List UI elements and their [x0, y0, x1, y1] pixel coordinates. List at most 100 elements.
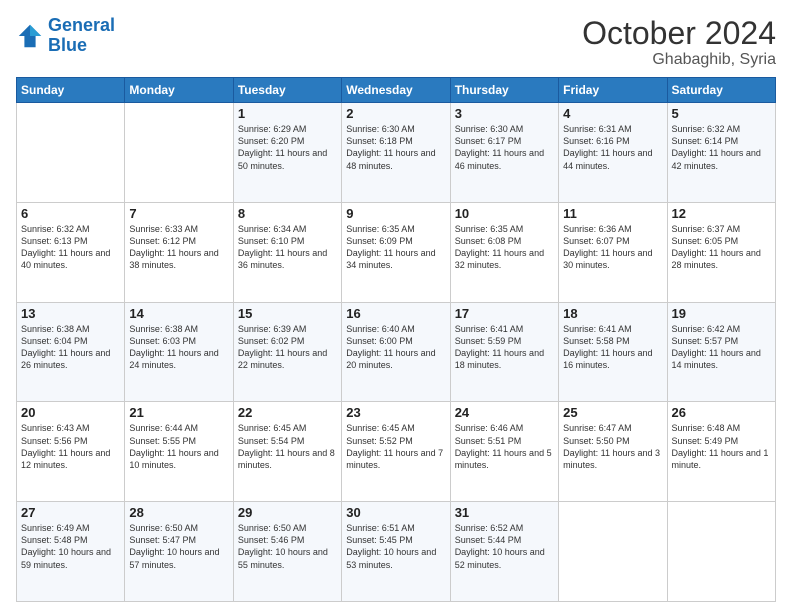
day-number: 25 [563, 405, 662, 420]
calendar-cell: 21 Sunrise: 6:44 AMSunset: 5:55 PMDayligh… [125, 402, 233, 502]
day-number: 24 [455, 405, 554, 420]
calendar-header-row: SundayMondayTuesdayWednesdayThursdayFrid… [17, 78, 776, 103]
calendar-week-row: 27 Sunrise: 6:49 AMSunset: 5:48 PMDayligh… [17, 502, 776, 602]
day-number: 21 [129, 405, 228, 420]
calendar-cell: 17 Sunrise: 6:41 AMSunset: 5:59 PMDayligh… [450, 302, 558, 402]
cell-info: Sunrise: 6:42 AMSunset: 5:57 PMDaylight:… [672, 323, 771, 372]
day-number: 9 [346, 206, 445, 221]
calendar-week-row: 13 Sunrise: 6:38 AMSunset: 6:04 PMDayligh… [17, 302, 776, 402]
day-number: 20 [21, 405, 120, 420]
cell-info: Sunrise: 6:34 AMSunset: 6:10 PMDaylight:… [238, 223, 337, 272]
cell-info: Sunrise: 6:50 AMSunset: 5:47 PMDaylight:… [129, 522, 228, 571]
cell-info: Sunrise: 6:48 AMSunset: 5:49 PMDaylight:… [672, 422, 771, 471]
calendar-cell: 19Sunrise: 6:42 AMSunset: 5:57 PMDayligh… [667, 302, 775, 402]
weekday-header: Wednesday [342, 78, 450, 103]
cell-info: Sunrise: 6:38 AMSunset: 6:03 PMDaylight:… [129, 323, 228, 372]
day-number: 16 [346, 306, 445, 321]
cell-info: Sunrise: 6:31 AMSunset: 6:16 PMDaylight:… [563, 123, 662, 172]
cell-info: Sunrise: 6:44 AMSunset: 5:55 PMDaylight:… [129, 422, 228, 471]
cell-info: Sunrise: 6:49 AMSunset: 5:48 PMDaylight:… [21, 522, 120, 571]
calendar-cell: 6 Sunrise: 6:32 AMSunset: 6:13 PMDaylight… [17, 202, 125, 302]
cell-info: Sunrise: 6:41 AMSunset: 5:59 PMDaylight:… [455, 323, 554, 372]
day-number: 7 [129, 206, 228, 221]
logo-icon [16, 22, 44, 50]
calendar-cell: 5Sunrise: 6:32 AMSunset: 6:14 PMDaylight… [667, 103, 775, 203]
day-number: 6 [21, 206, 120, 221]
day-number: 27 [21, 505, 120, 520]
logo: General Blue [16, 16, 115, 56]
calendar-cell: 13 Sunrise: 6:38 AMSunset: 6:04 PMDayligh… [17, 302, 125, 402]
cell-info: Sunrise: 6:45 AMSunset: 5:52 PMDaylight:… [346, 422, 445, 471]
calendar-cell: 11Sunrise: 6:36 AMSunset: 6:07 PMDayligh… [559, 202, 667, 302]
calendar-cell: 15 Sunrise: 6:39 AMSunset: 6:02 PMDayligh… [233, 302, 341, 402]
calendar-cell [17, 103, 125, 203]
calendar-table: SundayMondayTuesdayWednesdayThursdayFrid… [16, 77, 776, 602]
calendar-cell: 25 Sunrise: 6:47 AMSunset: 5:50 PMDayligh… [559, 402, 667, 502]
cell-info: Sunrise: 6:30 AMSunset: 6:18 PMDaylight:… [346, 123, 445, 172]
cell-info: Sunrise: 6:41 AMSunset: 5:58 PMDaylight:… [563, 323, 662, 372]
cell-info: Sunrise: 6:40 AMSunset: 6:00 PMDaylight:… [346, 323, 445, 372]
calendar-cell: 14 Sunrise: 6:38 AMSunset: 6:03 PMDayligh… [125, 302, 233, 402]
day-number: 2 [346, 106, 445, 121]
calendar-cell: 20 Sunrise: 6:43 AMSunset: 5:56 PMDayligh… [17, 402, 125, 502]
weekday-header: Thursday [450, 78, 558, 103]
calendar-cell: 7 Sunrise: 6:33 AMSunset: 6:12 PMDaylight… [125, 202, 233, 302]
day-number: 28 [129, 505, 228, 520]
cell-info: Sunrise: 6:32 AMSunset: 6:14 PMDaylight:… [672, 123, 771, 172]
calendar-cell: 22 Sunrise: 6:45 AMSunset: 5:54 PMDayligh… [233, 402, 341, 502]
cell-info: Sunrise: 6:36 AMSunset: 6:07 PMDaylight:… [563, 223, 662, 272]
day-number: 12 [672, 206, 771, 221]
weekday-header: Friday [559, 78, 667, 103]
cell-info: Sunrise: 6:32 AMSunset: 6:13 PMDaylight:… [21, 223, 120, 272]
cell-info: Sunrise: 6:46 AMSunset: 5:51 PMDaylight:… [455, 422, 554, 471]
cell-info: Sunrise: 6:35 AMSunset: 6:08 PMDaylight:… [455, 223, 554, 272]
day-number: 26 [672, 405, 771, 420]
weekday-header: Monday [125, 78, 233, 103]
calendar-cell: 30 Sunrise: 6:51 AMSunset: 5:45 PMDayligh… [342, 502, 450, 602]
calendar-cell: 27 Sunrise: 6:49 AMSunset: 5:48 PMDayligh… [17, 502, 125, 602]
logo-general: General [48, 15, 115, 35]
cell-info: Sunrise: 6:30 AMSunset: 6:17 PMDaylight:… [455, 123, 554, 172]
calendar-cell: 2 Sunrise: 6:30 AMSunset: 6:18 PMDaylight… [342, 103, 450, 203]
calendar-cell: 10 Sunrise: 6:35 AMSunset: 6:08 PMDayligh… [450, 202, 558, 302]
day-number: 29 [238, 505, 337, 520]
day-number: 8 [238, 206, 337, 221]
calendar-cell: 1Sunrise: 6:29 AMSunset: 6:20 PMDaylight… [233, 103, 341, 203]
calendar-cell: 24 Sunrise: 6:46 AMSunset: 5:51 PMDayligh… [450, 402, 558, 502]
cell-info: Sunrise: 6:39 AMSunset: 6:02 PMDaylight:… [238, 323, 337, 372]
location-title: Ghabaghib, Syria [582, 51, 776, 69]
cell-info: Sunrise: 6:38 AMSunset: 6:04 PMDaylight:… [21, 323, 120, 372]
calendar-cell [667, 502, 775, 602]
cell-info: Sunrise: 6:52 AMSunset: 5:44 PMDaylight:… [455, 522, 554, 571]
logo-blue: Blue [48, 35, 87, 55]
cell-info: Sunrise: 6:43 AMSunset: 5:56 PMDaylight:… [21, 422, 120, 471]
day-number: 22 [238, 405, 337, 420]
day-number: 30 [346, 505, 445, 520]
day-number: 1 [238, 106, 337, 121]
day-number: 17 [455, 306, 554, 321]
calendar-cell: 23Sunrise: 6:45 AMSunset: 5:52 PMDayligh… [342, 402, 450, 502]
header: General Blue October 2024 Ghabaghib, Syr… [16, 16, 776, 69]
month-title: October 2024 [582, 16, 776, 51]
day-number: 10 [455, 206, 554, 221]
cell-info: Sunrise: 6:51 AMSunset: 5:45 PMDaylight:… [346, 522, 445, 571]
day-number: 14 [129, 306, 228, 321]
day-number: 18 [563, 306, 662, 321]
calendar-week-row: 20 Sunrise: 6:43 AMSunset: 5:56 PMDayligh… [17, 402, 776, 502]
calendar-week-row: 1Sunrise: 6:29 AMSunset: 6:20 PMDaylight… [17, 103, 776, 203]
weekday-header: Saturday [667, 78, 775, 103]
cell-info: Sunrise: 6:45 AMSunset: 5:54 PMDaylight:… [238, 422, 337, 471]
calendar-cell: 29Sunrise: 6:50 AMSunset: 5:46 PMDayligh… [233, 502, 341, 602]
cell-info: Sunrise: 6:33 AMSunset: 6:12 PMDaylight:… [129, 223, 228, 272]
calendar-cell [559, 502, 667, 602]
calendar-cell: 9Sunrise: 6:35 AMSunset: 6:09 PMDaylight… [342, 202, 450, 302]
page: General Blue October 2024 Ghabaghib, Syr… [0, 0, 792, 612]
calendar-cell: 8 Sunrise: 6:34 AMSunset: 6:10 PMDaylight… [233, 202, 341, 302]
title-block: October 2024 Ghabaghib, Syria [582, 16, 776, 69]
day-number: 13 [21, 306, 120, 321]
cell-info: Sunrise: 6:37 AMSunset: 6:05 PMDaylight:… [672, 223, 771, 272]
calendar-cell: 3Sunrise: 6:30 AMSunset: 6:17 PMDaylight… [450, 103, 558, 203]
calendar-cell: 31Sunrise: 6:52 AMSunset: 5:44 PMDayligh… [450, 502, 558, 602]
cell-info: Sunrise: 6:47 AMSunset: 5:50 PMDaylight:… [563, 422, 662, 471]
day-number: 15 [238, 306, 337, 321]
